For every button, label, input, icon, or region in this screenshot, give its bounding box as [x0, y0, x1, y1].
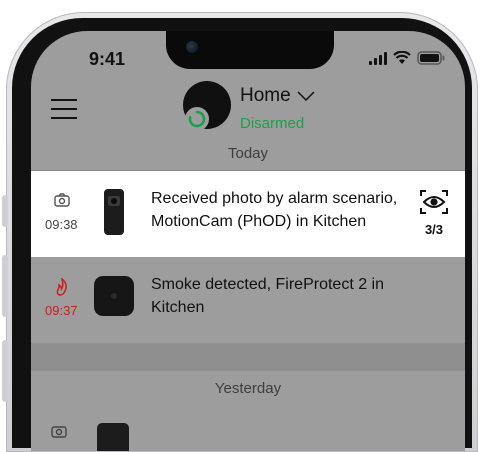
- camera-icon: [54, 192, 70, 208]
- motioncam-device-icon: [97, 423, 129, 451]
- phone-side-button: [2, 195, 8, 227]
- chevron-down-icon: [297, 85, 315, 107]
- section-header-yesterday: Yesterday: [31, 371, 465, 405]
- app-screen: 9:41 Home Disarmed Today 09:38 Received …: [31, 31, 465, 451]
- event-text: Smoke detected, FireProtect 2 in Kitchen: [151, 276, 384, 316]
- dynamic-notch: [166, 31, 334, 69]
- fire-icon: [54, 277, 70, 296]
- front-camera-icon: [186, 41, 198, 53]
- photo-count: 3/3: [424, 222, 444, 237]
- view-photos-button[interactable]: 3/3: [419, 189, 449, 237]
- status-time: 9:41: [89, 49, 126, 69]
- event-time: 09:38: [45, 217, 78, 232]
- event-row[interactable]: 09:37 Smoke detected, FireProtect 2 in K…: [31, 257, 465, 343]
- event-row-partial[interactable]: [31, 403, 465, 451]
- hub-connection-icon: [185, 107, 209, 131]
- event-text: Received photo by alarm scenario, Motion…: [151, 190, 398, 230]
- hub-status: Disarmed: [240, 115, 305, 132]
- section-separator: [31, 343, 465, 373]
- event-time: 09:37: [45, 303, 78, 318]
- battery-icon: [417, 51, 445, 65]
- hub-selector[interactable]: Home: [240, 85, 315, 107]
- phone-volume-up-button: [2, 255, 8, 317]
- motioncam-device-icon: [103, 189, 125, 240]
- phone-volume-down-button: [2, 340, 8, 402]
- hamburger-menu-icon[interactable]: [51, 99, 77, 119]
- camera-icon: [51, 423, 67, 444]
- status-icons: [369, 51, 445, 65]
- section-header-today: Today: [31, 136, 465, 170]
- hub-name: Home: [240, 85, 291, 106]
- event-row[interactable]: 09:38 Received photo by alarm scenario, …: [31, 171, 465, 257]
- eye-icon: [419, 189, 449, 220]
- cellular-signal-icon: [369, 51, 387, 65]
- wifi-icon: [393, 51, 411, 65]
- fireprotect-device-icon: [93, 275, 135, 322]
